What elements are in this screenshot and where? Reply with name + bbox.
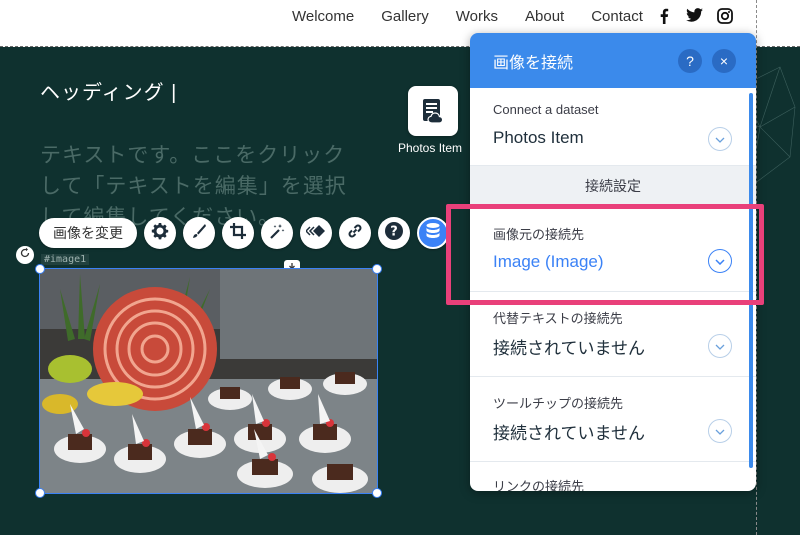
help-icon: ? xyxy=(384,221,404,246)
nav-link-contact[interactable]: Contact xyxy=(591,8,643,25)
svg-text:?: ? xyxy=(390,224,398,239)
tooltip-value[interactable]: 接続されていません xyxy=(493,419,645,444)
connection-settings-header: 接続設定 xyxy=(470,166,756,207)
panel-header: 画像を接続 ? × xyxy=(470,33,756,88)
element-id-tag: #image1 xyxy=(41,254,90,265)
paragraph-line: テキストです。ここをクリック xyxy=(40,144,346,167)
link-button[interactable] xyxy=(339,217,371,249)
nav-link-works[interactable]: Works xyxy=(456,8,498,25)
settings-button[interactable] xyxy=(144,217,176,249)
tooltip-label: ツールチップの接続先 xyxy=(493,396,624,411)
instagram-icon[interactable] xyxy=(717,8,733,24)
tooltip-section: ツールチップの接続先 接続されていません xyxy=(470,377,756,462)
enhance-button[interactable] xyxy=(261,217,293,249)
link-label: リンクの接続先 xyxy=(493,479,585,491)
rotate-icon xyxy=(19,246,31,264)
chevron-down-icon xyxy=(715,130,725,148)
dataset-label: Photos Item xyxy=(398,141,463,155)
crop-button[interactable] xyxy=(222,217,254,249)
link-icon xyxy=(346,222,364,245)
link-section: リンクの接続先 xyxy=(470,462,756,491)
nav-links: Welcome Gallery Works About Contact xyxy=(292,8,670,25)
dataset-section: Connect a dataset Photos Item xyxy=(470,88,756,166)
facebook-icon[interactable] xyxy=(659,8,669,24)
animation-button[interactable] xyxy=(300,217,332,249)
selected-image[interactable] xyxy=(39,268,378,494)
gear-icon xyxy=(151,222,169,245)
alt-text-dropdown[interactable] xyxy=(708,334,732,358)
dataset-select-value[interactable]: Photos Item xyxy=(493,128,584,148)
change-image-button[interactable]: 画像を変更 xyxy=(39,218,137,248)
heading-text[interactable]: ヘッディング | xyxy=(40,76,177,105)
annotation-highlight-box xyxy=(446,204,764,305)
nav-link-welcome[interactable]: Welcome xyxy=(292,8,354,25)
nav-link-about[interactable]: About xyxy=(525,8,564,25)
panel-title: 画像を接続 xyxy=(493,54,574,72)
chevron-down-icon xyxy=(715,337,725,355)
panel-close-button[interactable]: × xyxy=(712,49,736,73)
nav-link-gallery[interactable]: Gallery xyxy=(381,8,429,25)
resize-handle-bottom-right[interactable] xyxy=(372,488,382,498)
image-toolbar: 画像を変更 ? xyxy=(39,217,449,249)
design-button[interactable] xyxy=(183,217,215,249)
magic-wand-icon xyxy=(268,222,286,245)
twitter-icon[interactable] xyxy=(686,8,703,22)
alt-text-label: 代替テキストの接続先 xyxy=(493,311,623,326)
dataset-icon[interactable] xyxy=(408,86,458,136)
dessert-buffet-photo xyxy=(40,269,377,493)
paragraph-line: して「テキストを編集」を選択 xyxy=(40,175,347,198)
rotate-handle[interactable] xyxy=(16,246,34,264)
brush-icon xyxy=(190,222,208,245)
crop-icon xyxy=(229,222,247,245)
resize-handle-bottom-left[interactable] xyxy=(35,488,45,498)
resize-handle-top-right[interactable] xyxy=(372,264,382,274)
database-icon xyxy=(425,222,441,245)
chevron-down-icon xyxy=(715,422,725,440)
tooltip-dropdown[interactable] xyxy=(708,419,732,443)
help-button[interactable]: ? xyxy=(378,217,410,249)
connect-data-button[interactable] xyxy=(417,217,449,249)
dataset-select-label: Connect a dataset xyxy=(493,102,599,117)
panel-help-button[interactable]: ? xyxy=(678,49,702,73)
resize-handle-top-left[interactable] xyxy=(35,264,45,274)
alt-text-value[interactable]: 接続されていません xyxy=(493,334,645,359)
dataset-dropdown[interactable] xyxy=(708,127,732,151)
animation-icon xyxy=(304,224,326,243)
